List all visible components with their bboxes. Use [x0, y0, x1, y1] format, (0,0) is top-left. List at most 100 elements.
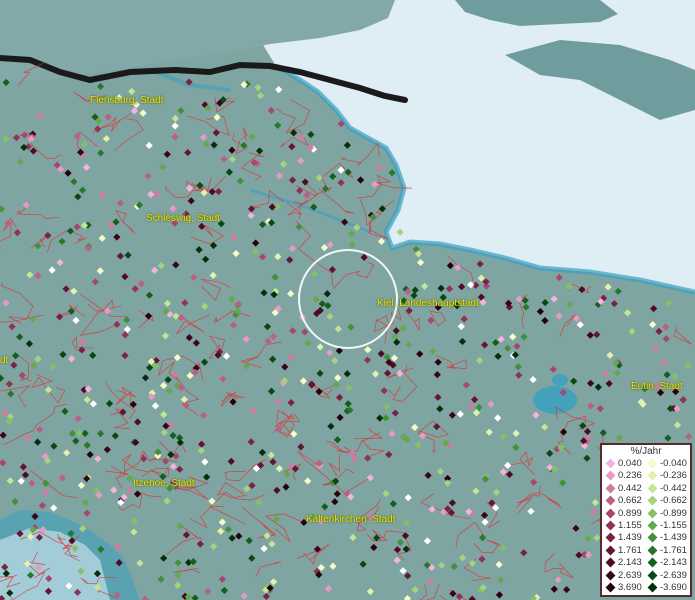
station-marker[interactable] — [245, 537, 253, 545]
station-marker[interactable] — [0, 459, 7, 467]
station-marker[interactable] — [98, 191, 106, 199]
station-marker[interactable] — [16, 158, 24, 166]
station-marker[interactable] — [436, 467, 445, 476]
station-marker[interactable] — [89, 400, 98, 408]
station-marker[interactable] — [297, 157, 305, 165]
station-marker[interactable] — [287, 354, 295, 362]
station-marker[interactable] — [79, 186, 87, 194]
station-marker[interactable] — [652, 344, 660, 352]
station-marker[interactable] — [287, 290, 295, 298]
station-marker[interactable] — [515, 371, 523, 379]
station-marker[interactable] — [444, 479, 452, 487]
station-marker[interactable] — [282, 483, 290, 491]
station-marker[interactable] — [151, 402, 160, 410]
station-marker[interactable] — [554, 575, 562, 584]
station-marker[interactable] — [174, 571, 182, 580]
station-marker[interactable] — [275, 465, 284, 473]
station-marker[interactable] — [288, 245, 297, 253]
station-marker[interactable] — [151, 266, 159, 274]
station-marker[interactable] — [176, 438, 184, 447]
station-marker[interactable] — [650, 304, 658, 313]
station-marker[interactable] — [399, 324, 407, 332]
station-marker[interactable] — [263, 323, 272, 331]
station-marker[interactable] — [50, 442, 58, 450]
station-marker[interactable] — [235, 532, 243, 540]
station-marker[interactable] — [404, 494, 412, 502]
station-marker[interactable] — [38, 501, 46, 510]
station-marker[interactable] — [217, 527, 225, 535]
station-marker[interactable] — [103, 446, 111, 454]
station-marker[interactable] — [113, 233, 121, 241]
station-marker[interactable] — [222, 352, 231, 360]
station-marker[interactable] — [5, 380, 13, 388]
station-marker[interactable] — [388, 430, 396, 438]
station-marker[interactable] — [70, 178, 78, 186]
station-marker[interactable] — [103, 307, 112, 315]
station-marker[interactable] — [495, 591, 504, 599]
station-marker[interactable] — [460, 315, 468, 323]
station-marker[interactable] — [664, 299, 673, 307]
station-marker[interactable] — [429, 347, 437, 355]
station-marker[interactable] — [468, 595, 476, 600]
station-marker[interactable] — [163, 497, 171, 505]
station-marker[interactable] — [370, 180, 379, 188]
station-marker[interactable] — [584, 535, 592, 543]
station-marker[interactable] — [331, 357, 339, 365]
station-marker[interactable] — [459, 554, 467, 562]
station-marker[interactable] — [509, 333, 517, 341]
station-marker[interactable] — [529, 375, 537, 384]
station-marker[interactable] — [258, 253, 267, 261]
station-marker[interactable] — [258, 448, 266, 457]
station-marker[interactable] — [514, 363, 522, 371]
station-marker[interactable] — [242, 335, 250, 343]
station-marker[interactable] — [684, 361, 692, 370]
station-marker[interactable] — [366, 587, 374, 596]
station-marker[interactable] — [171, 133, 179, 141]
station-marker[interactable] — [434, 393, 442, 401]
station-marker[interactable] — [72, 316, 80, 325]
station-marker[interactable] — [559, 428, 568, 436]
station-marker[interactable] — [348, 230, 356, 238]
station-marker[interactable] — [297, 443, 305, 451]
station-marker[interactable] — [121, 351, 129, 360]
station-marker[interactable] — [2, 135, 10, 143]
station-marker[interactable] — [382, 402, 391, 411]
station-marker[interactable] — [145, 291, 154, 299]
station-marker[interactable] — [249, 406, 257, 414]
station-marker[interactable] — [94, 125, 102, 133]
station-marker[interactable] — [260, 289, 268, 297]
station-marker[interactable] — [467, 402, 475, 410]
station-marker[interactable] — [173, 354, 181, 362]
station-marker[interactable] — [602, 370, 610, 378]
station-marker[interactable] — [333, 490, 341, 498]
station-marker[interactable] — [332, 381, 340, 389]
station-marker[interactable] — [7, 390, 15, 398]
station-marker[interactable] — [124, 251, 132, 259]
station-marker[interactable] — [58, 237, 66, 246]
station-marker[interactable] — [220, 155, 228, 163]
station-marker[interactable] — [613, 369, 621, 377]
station-marker[interactable] — [159, 163, 167, 171]
station-marker[interactable] — [116, 199, 125, 207]
station-marker[interactable] — [251, 247, 260, 256]
station-marker[interactable] — [110, 486, 118, 494]
station-marker[interactable] — [98, 234, 106, 242]
station-marker[interactable] — [324, 302, 332, 310]
station-marker[interactable] — [481, 518, 489, 526]
station-marker[interactable] — [34, 272, 42, 280]
station-marker[interactable] — [4, 219, 12, 227]
station-marker[interactable] — [673, 421, 682, 429]
station-marker[interactable] — [393, 338, 401, 346]
station-marker[interactable] — [1, 409, 9, 417]
station-marker[interactable] — [161, 332, 170, 340]
station-marker[interactable] — [388, 169, 396, 177]
station-marker[interactable] — [154, 190, 162, 198]
station-marker[interactable] — [359, 560, 367, 568]
station-marker[interactable] — [457, 322, 465, 331]
station-marker[interactable] — [578, 285, 586, 294]
station-marker[interactable] — [416, 258, 425, 267]
station-marker[interactable] — [628, 327, 636, 336]
station-marker[interactable] — [267, 106, 275, 115]
station-marker[interactable] — [240, 592, 248, 600]
station-marker[interactable] — [546, 449, 554, 457]
